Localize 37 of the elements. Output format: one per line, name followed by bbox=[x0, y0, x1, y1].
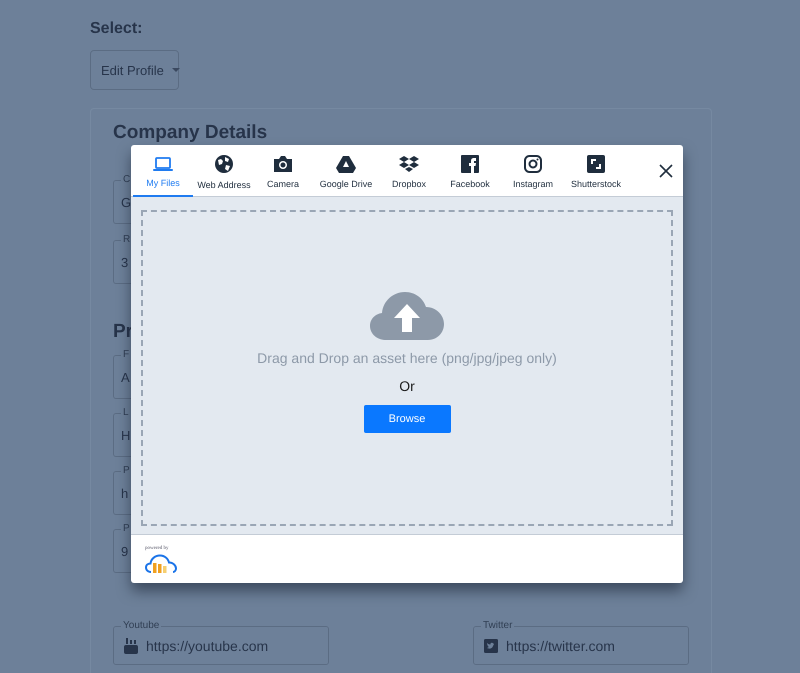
section-heading: Pr bbox=[113, 321, 134, 343]
source-tab[interactable]: Web Address bbox=[193, 145, 255, 197]
browse-button[interactable]: Browse bbox=[364, 405, 450, 433]
field-value: 3 bbox=[121, 254, 128, 270]
field-value: h bbox=[121, 486, 128, 500]
select-label: Select: bbox=[90, 20, 144, 38]
or-text: Or bbox=[399, 378, 415, 394]
camera-icon bbox=[273, 155, 293, 173]
section-heading: Company Details bbox=[113, 122, 268, 144]
cloud-logo-icon bbox=[145, 554, 177, 574]
source-tab[interactable]: Google Drive bbox=[311, 145, 381, 197]
field-value: 9 bbox=[121, 544, 128, 558]
camera-outline-icon bbox=[524, 155, 542, 173]
corners-square-icon bbox=[587, 155, 605, 173]
field-value: G bbox=[121, 194, 132, 210]
drop-instructions: Drag and Drop an asset here (png/jpg/jpeg only) bbox=[257, 350, 557, 366]
source-tab[interactable]: Facebook bbox=[437, 145, 503, 197]
field-value: A bbox=[121, 370, 130, 384]
source-tab[interactable]: Instagram bbox=[503, 145, 563, 197]
field-value: https://twitter.com bbox=[506, 638, 615, 654]
triangle-icon bbox=[336, 155, 356, 173]
laptop-icon bbox=[153, 156, 173, 172]
video-icon bbox=[124, 638, 138, 654]
source-tab[interactable]: Dropbox bbox=[381, 145, 437, 197]
drop-zone[interactable]: Drag and Drop an asset here (png/jpg/jpeg only) Or Browse bbox=[141, 210, 673, 526]
source-tab[interactable]: Camera bbox=[255, 145, 311, 197]
profile-select[interactable]: Edit Profile bbox=[90, 50, 179, 90]
f-square-icon bbox=[461, 155, 479, 173]
field-value: https://youtube.com bbox=[146, 638, 268, 654]
field-value: H bbox=[121, 428, 130, 442]
source-tab[interactable]: Shutterstock bbox=[563, 145, 629, 197]
globe-icon bbox=[214, 154, 234, 174]
cloud-upload-icon bbox=[370, 292, 444, 340]
close-icon bbox=[659, 164, 673, 178]
close-button[interactable] bbox=[659, 164, 673, 178]
bird-icon bbox=[484, 638, 498, 652]
boxes-icon bbox=[399, 155, 419, 173]
